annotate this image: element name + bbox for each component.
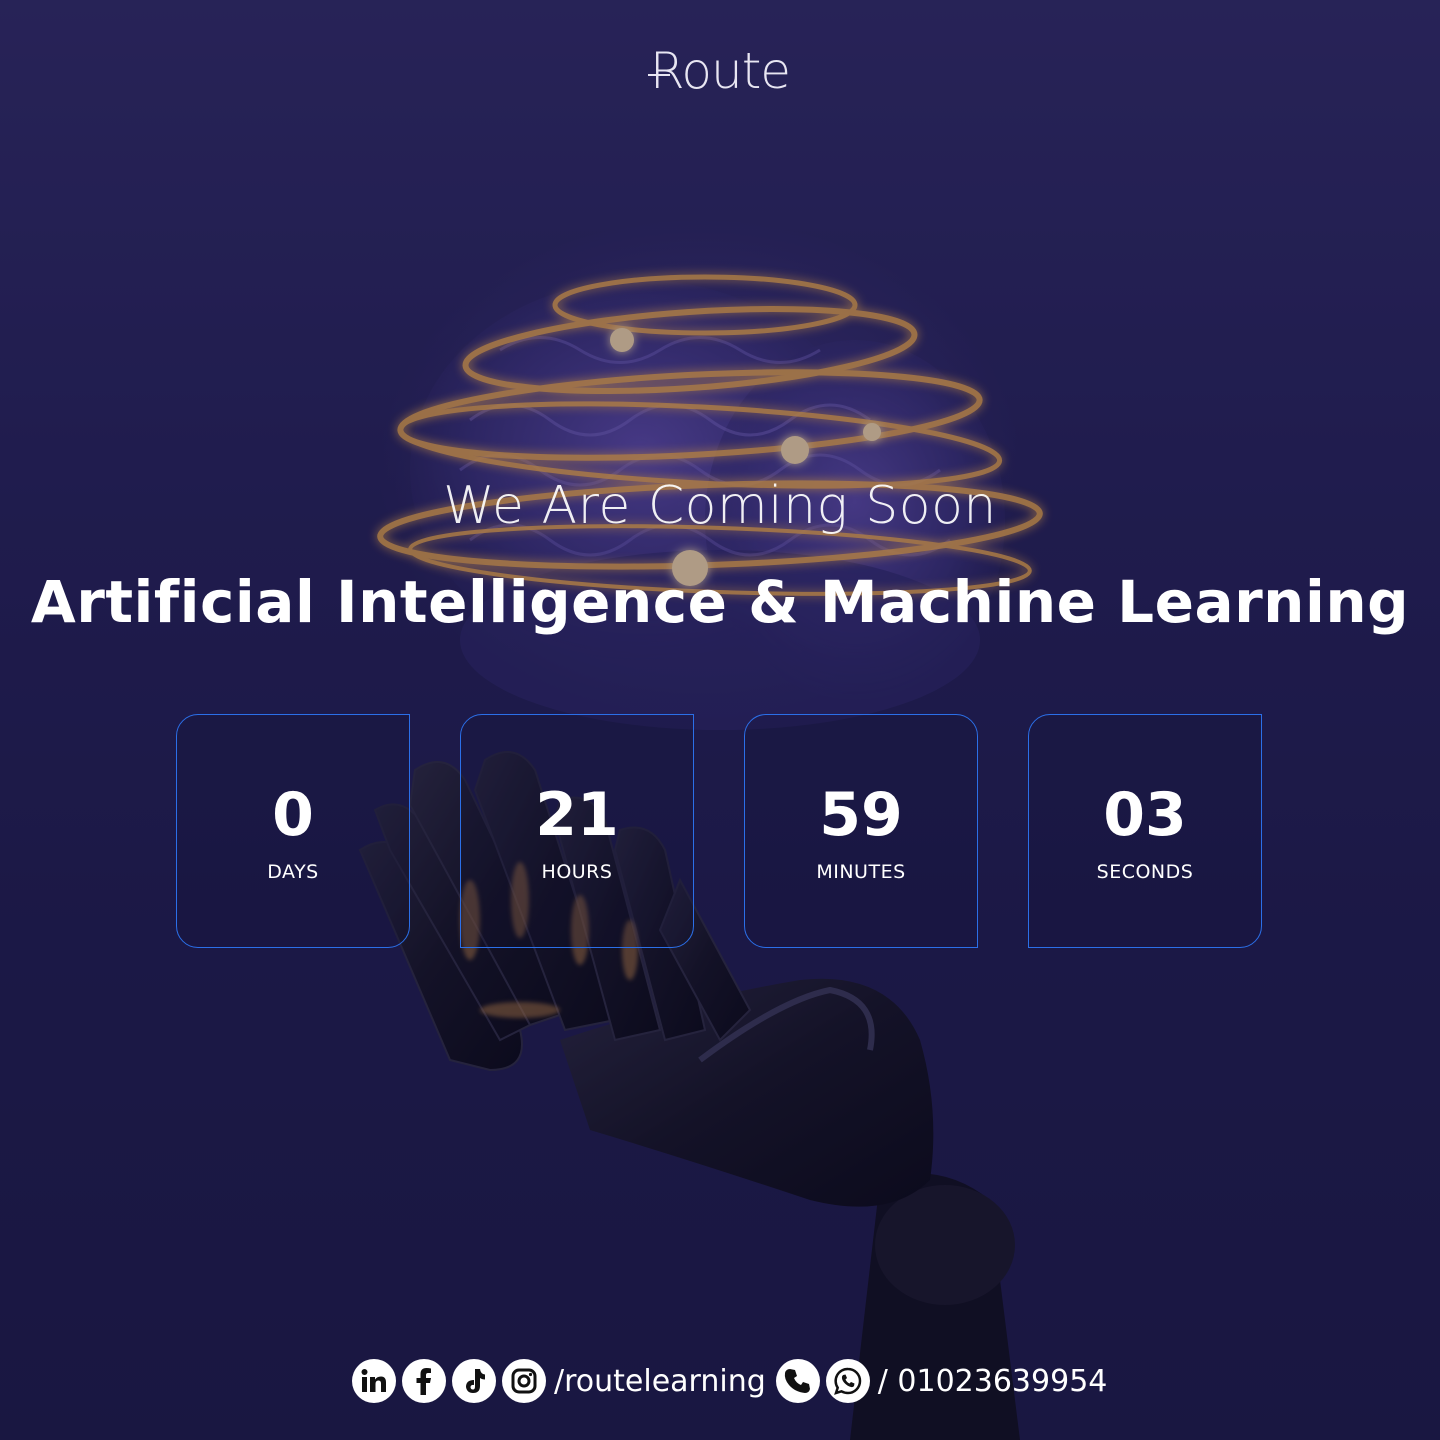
course-title: Artificial Intelligence & Machine Learni… (30, 568, 1410, 636)
glow-rings (377, 274, 1043, 596)
countdown-hours-label: HOURS (541, 861, 613, 883)
countdown-days-value: 0 (272, 780, 314, 850)
facebook-icon[interactable] (402, 1359, 446, 1403)
countdown-hours-value: 21 (535, 780, 619, 850)
countdown-minutes: 59 MINUTES (744, 714, 978, 948)
countdown-seconds: 03 SECONDS (1028, 714, 1262, 948)
contact-footer: /routelearning / 01023639954 (352, 1358, 1117, 1404)
whatsapp-icon[interactable] (825, 1359, 870, 1403)
instagram-icon[interactable] (502, 1359, 546, 1403)
phone-icon[interactable] (775, 1359, 820, 1403)
countdown-hours: 21 HOURS (460, 714, 694, 948)
brand-logo: Route (649, 42, 791, 100)
tiktok-icon[interactable] (452, 1359, 496, 1403)
countdown-seconds-label: SECONDS (1096, 861, 1194, 883)
coming-soon-subtitle: We Are Coming Soon (443, 476, 997, 536)
social-handle[interactable]: /routelearning (554, 1364, 766, 1399)
phone-number[interactable]: / 01023639954 (878, 1364, 1108, 1399)
glow-nodes (610, 328, 881, 586)
countdown-minutes-value: 59 (819, 780, 903, 850)
countdown-days: 0 DAYS (176, 714, 410, 948)
countdown-days-label: DAYS (267, 861, 319, 883)
linkedin-icon[interactable] (352, 1359, 396, 1403)
countdown-seconds-value: 03 (1103, 780, 1187, 850)
countdown-minutes-label: MINUTES (816, 861, 906, 883)
